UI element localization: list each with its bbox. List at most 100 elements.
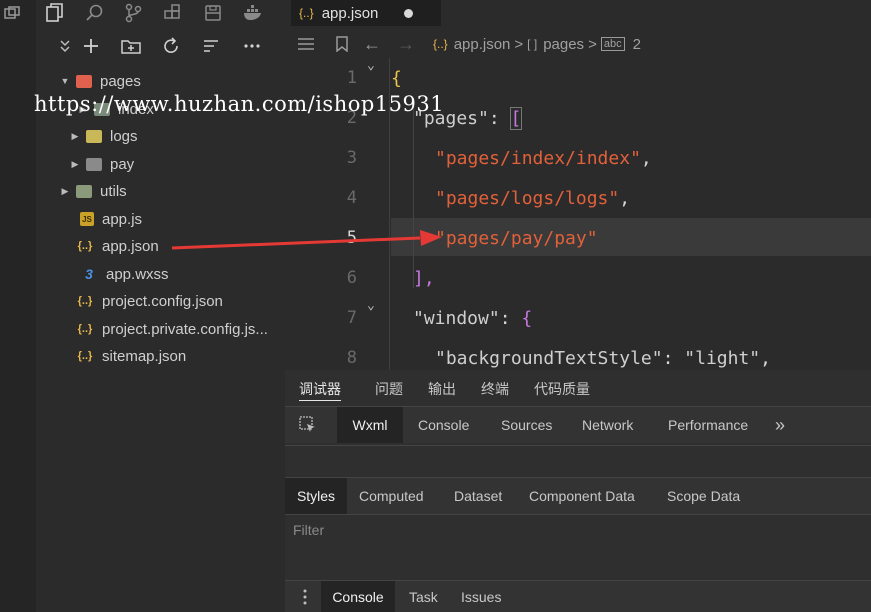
- new-file-icon[interactable]: [81, 36, 101, 56]
- explorer-toolbar: [36, 32, 291, 60]
- tab-output[interactable]: 输出: [428, 378, 456, 400]
- fold-chevron-icon[interactable]: ⌄: [367, 58, 375, 73]
- breadcrumb: ← → {..} app.json > [ ] pages > abc 2: [291, 30, 871, 58]
- tab-scope-data[interactable]: Scope Data: [667, 478, 740, 514]
- breadcrumb-separator: >: [514, 35, 524, 53]
- json-file-icon: {..}: [299, 6, 314, 20]
- tab-dataset[interactable]: Dataset: [454, 478, 502, 514]
- drawer-tab-console[interactable]: Console: [321, 581, 395, 612]
- json-string: "pages/pay/pay": [435, 227, 598, 249]
- tab-problems[interactable]: 问题: [375, 378, 403, 400]
- chevron-down-icon: ▼: [60, 76, 70, 86]
- back-arrow-icon[interactable]: ←: [363, 34, 381, 55]
- breadcrumb-separator: >: [588, 35, 597, 53]
- comma: ,: [640, 147, 652, 169]
- folder-icon: [86, 157, 102, 171]
- inspect-element-icon[interactable]: [297, 415, 319, 435]
- folder-pages-icon: [76, 74, 92, 88]
- tree-item-label: utils: [100, 182, 127, 200]
- tab-code-quality[interactable]: 代码质量: [534, 378, 590, 400]
- new-folder-icon[interactable]: [120, 36, 142, 56]
- comma: ,: [619, 187, 631, 209]
- json-string: "pages/index/index": [435, 147, 641, 169]
- search-icon[interactable]: [84, 2, 106, 24]
- tab-sources[interactable]: Sources: [501, 407, 552, 443]
- chevron-right-icon: ▶: [71, 158, 79, 169]
- drawer-tab-task[interactable]: Task: [409, 581, 438, 612]
- json-string: "light": [684, 347, 761, 369]
- fold-chevron-icon[interactable]: ⌄: [367, 298, 375, 313]
- tree-item-pages[interactable]: ▼ pages: [36, 68, 315, 94]
- line-number: 4: [346, 188, 357, 208]
- tree-item-label: app.js: [102, 210, 143, 228]
- list-icon[interactable]: [293, 37, 319, 51]
- tree-item-label: app.wxss: [106, 265, 169, 283]
- bracket: ],: [413, 267, 435, 289]
- tab-computed[interactable]: Computed: [359, 478, 424, 514]
- line-number: 1: [346, 68, 357, 88]
- docker-icon[interactable]: [242, 2, 266, 24]
- json-string: "pages/logs/logs": [435, 187, 620, 209]
- tree-item-label: app.json: [102, 237, 159, 255]
- filter-input[interactable]: Filter: [293, 522, 324, 538]
- code-line-8: "backgroundTextStyle": "light",: [435, 338, 771, 370]
- extensions-icon[interactable]: [162, 2, 184, 24]
- more-actions-icon[interactable]: [240, 36, 264, 56]
- devtools-panel: 调试器 问题 输出 终端 代码质量 Wxml Console Sources N…: [285, 370, 871, 612]
- watermark-text: https://www.huzhan.com/ishop15931: [34, 92, 445, 116]
- activity-bar: [36, 0, 291, 26]
- comma: ,: [760, 347, 771, 369]
- drawer-tab-issues[interactable]: Issues: [461, 581, 501, 612]
- tab-app-json[interactable]: {..} app.json: [291, 0, 441, 26]
- more-tabs-button[interactable]: »: [775, 407, 785, 443]
- tree-item-label: pay: [110, 155, 135, 173]
- breadcrumb-key[interactable]: pages: [543, 36, 584, 53]
- devtools-panel-tabs: Wxml Console Sources Network Performance…: [285, 407, 871, 443]
- breadcrumb-file[interactable]: app.json: [454, 36, 511, 53]
- tree-item-label: pages: [100, 72, 141, 90]
- chevron-right-icon: ▶: [61, 185, 69, 196]
- tree-item-utils[interactable]: ▶ utils: [36, 178, 315, 204]
- json-file-icon: {..}: [433, 37, 448, 51]
- tab-wxml[interactable]: Wxml: [337, 407, 403, 443]
- refresh-icon[interactable]: [160, 36, 182, 56]
- code-line-6: ],: [413, 258, 435, 298]
- json-key: "backgroundTextStyle": [435, 347, 663, 369]
- bracket: [: [509, 106, 523, 130]
- filter-row[interactable]: Filter: [285, 515, 871, 545]
- devtools-top-tabs: 调试器 问题 输出 终端 代码质量: [285, 370, 871, 406]
- breadcrumb-index[interactable]: 2: [633, 36, 641, 53]
- tab-label: app.json: [321, 4, 379, 22]
- tab-performance[interactable]: Performance: [668, 407, 748, 443]
- tab-debugger[interactable]: 调试器: [299, 378, 341, 401]
- json-file-icon: {..}: [77, 323, 93, 335]
- drawer-menu-icon[interactable]: [297, 587, 313, 607]
- tree-item-project-config[interactable]: {..} project.config.json: [36, 288, 331, 314]
- collapse-icon[interactable]: [56, 36, 74, 56]
- styles-subtabs: Styles Computed Dataset Component Data S…: [285, 478, 871, 514]
- storage-icon[interactable]: [202, 2, 224, 24]
- tree-item-logs[interactable]: ▶ logs: [36, 123, 325, 149]
- unsaved-dot-icon[interactable]: [404, 8, 414, 18]
- tab-console[interactable]: Console: [418, 407, 469, 443]
- tree-item-sitemap[interactable]: {..} sitemap.json: [36, 343, 331, 369]
- tree-item-project-private-config[interactable]: {..} project.private.config.js...: [36, 316, 331, 342]
- tab-component-data[interactable]: Component Data: [529, 478, 635, 514]
- annotation-arrow-icon: [171, 230, 442, 250]
- line-number: 3: [346, 148, 357, 168]
- source-control-icon[interactable]: [122, 2, 144, 24]
- files-icon[interactable]: [44, 2, 66, 24]
- forward-arrow-icon[interactable]: →: [397, 34, 415, 55]
- bookmark-icon[interactable]: [329, 36, 355, 52]
- tab-terminal[interactable]: 终端: [481, 378, 509, 400]
- brace: {: [391, 67, 402, 89]
- window-icon[interactable]: [2, 4, 22, 22]
- tab-styles[interactable]: Styles: [285, 478, 347, 514]
- json-file-icon: {..}: [77, 295, 93, 307]
- line-number: 8: [346, 348, 357, 368]
- sort-icon[interactable]: [200, 36, 222, 56]
- tab-network[interactable]: Network: [582, 407, 633, 443]
- wxml-tree-area[interactable]: [285, 446, 871, 476]
- json-key: "window": [413, 307, 500, 329]
- tree-item-pay[interactable]: ▶ pay: [36, 151, 325, 177]
